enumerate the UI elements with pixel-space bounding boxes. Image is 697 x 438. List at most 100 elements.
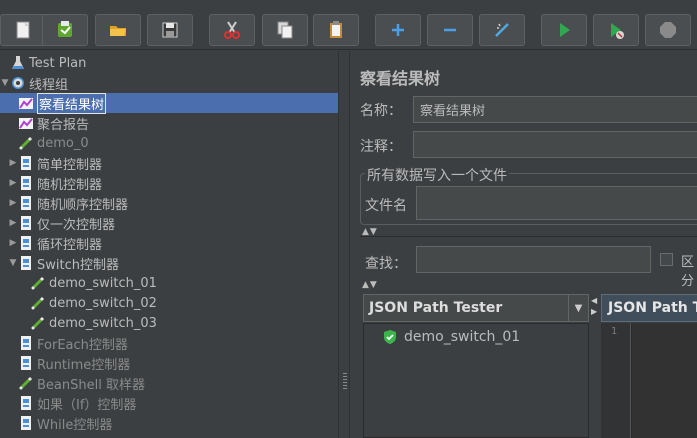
tree-node-label: demo_switch_03 xyxy=(49,315,157,331)
tree-node[interactable]: ▶ 仅一次控制器 xyxy=(8,213,115,233)
arrow-right-icon[interactable]: ▶ xyxy=(591,307,597,316)
minus-icon xyxy=(444,28,456,32)
tree-node-label: 随机控制器 xyxy=(37,177,103,193)
tree-node-label: 随机顺序控制器 xyxy=(37,197,129,213)
arrow-left-icon[interactable]: ◀ xyxy=(591,296,597,305)
results-splitter[interactable]: ◀ ▶ xyxy=(590,294,600,438)
toggle-button[interactable] xyxy=(479,14,525,46)
tree-node[interactable]: ForEach控制器 xyxy=(8,333,128,353)
search-label: 查找： xyxy=(365,256,407,272)
controller-icon xyxy=(18,215,34,231)
chevron-down-icon[interactable]: ▼ xyxy=(8,258,18,268)
tree-node[interactable]: 如果（If）控制器 xyxy=(8,393,136,413)
pipette-icon xyxy=(30,295,46,311)
splitter-grip[interactable] xyxy=(343,373,347,389)
filename-label: 文件名 xyxy=(365,198,407,214)
controller-icon xyxy=(18,355,34,371)
controller-icon xyxy=(18,335,34,351)
flask-icon xyxy=(10,55,26,71)
success-shield-icon xyxy=(384,330,396,344)
chevron-right-icon[interactable]: ▶ xyxy=(8,158,18,168)
tree-node[interactable]: ▶ 简单控制器 xyxy=(8,153,102,173)
tree-node-label: demo_0 xyxy=(37,135,89,151)
panel-title: 察看结果树 xyxy=(360,69,441,88)
tree-node[interactable]: Test Plan xyxy=(0,53,86,73)
tree-node[interactable]: While控制器 xyxy=(8,413,112,433)
stop-icon xyxy=(660,22,676,38)
tree-node[interactable]: ▶ 循环控制器 xyxy=(8,233,102,253)
pipette-icon xyxy=(18,135,34,151)
chevron-down-icon[interactable]: ▼ xyxy=(0,78,10,88)
tree-node-label: demo_switch_02 xyxy=(49,295,157,311)
result-item-label: demo_switch_01 xyxy=(404,329,521,345)
open-folder-icon xyxy=(110,26,126,36)
controller-icon xyxy=(18,255,34,271)
new-button[interactable] xyxy=(0,14,46,46)
tree-node[interactable]: demo_switch_03 xyxy=(20,313,157,333)
tree-node[interactable]: BeanShell 取样器 xyxy=(8,373,145,393)
chevron-down-icon[interactable]: ▼ xyxy=(568,295,588,321)
copy-icon xyxy=(277,21,293,39)
name-field[interactable]: 察看结果树 xyxy=(413,96,697,123)
result-item[interactable]: demo_switch_01 xyxy=(382,329,520,345)
expand-button[interactable] xyxy=(375,14,421,46)
comment-field[interactable] xyxy=(413,131,697,158)
open-button[interactable] xyxy=(95,14,141,46)
collapse-button[interactable] xyxy=(427,14,473,46)
listener-graph-icon xyxy=(18,95,34,111)
pipette-icon xyxy=(30,315,46,331)
tab-json-path-tester[interactable]: JSON Path Te xyxy=(601,294,697,322)
search-field[interactable] xyxy=(416,246,651,273)
chevron-right-icon[interactable]: ▶ xyxy=(8,238,18,248)
chevron-right-icon[interactable]: ▶ xyxy=(8,178,18,188)
chevron-right-icon[interactable]: ▶ xyxy=(8,218,18,228)
chevron-right-icon[interactable]: ▶ xyxy=(8,198,18,208)
json-response-editor[interactable]: 1 xyxy=(601,323,697,438)
cut-button[interactable] xyxy=(209,14,255,46)
tree-node[interactable]: ▶ 随机控制器 xyxy=(8,173,102,193)
tree-node[interactable]: 察看结果树 xyxy=(8,92,107,114)
tree-node-label: 聚合报告 xyxy=(37,117,90,133)
line-number: 1 xyxy=(611,326,618,337)
tree-node[interactable]: ▼ Switch控制器 xyxy=(8,253,119,273)
gear-icon xyxy=(10,75,26,91)
filename-field[interactable] xyxy=(416,186,697,220)
start-no-pauses-button[interactable] xyxy=(593,14,639,46)
plus-icon xyxy=(392,24,404,36)
tree-node-label: 循环控制器 xyxy=(37,237,103,253)
templates-button[interactable] xyxy=(42,14,88,46)
name-label: 名称： xyxy=(360,103,402,119)
pipette-icon xyxy=(18,375,34,391)
controller-icon xyxy=(18,395,34,411)
tree-node-label: BeanShell 取样器 xyxy=(37,377,145,393)
play-icon xyxy=(560,23,570,37)
tree-node[interactable]: demo_switch_02 xyxy=(20,293,157,313)
renderer-select[interactable]: JSON Path Tester ▼ xyxy=(363,294,589,322)
collapse-arrows-icon[interactable]: ▲▼ xyxy=(362,280,378,290)
tree-node[interactable]: Runtime控制器 xyxy=(8,353,130,373)
tree-node[interactable]: 聚合报告 xyxy=(8,113,89,133)
controller-icon xyxy=(18,195,34,211)
save-icon xyxy=(162,22,178,38)
copy-button[interactable] xyxy=(262,14,308,46)
case-sensitive-checkbox[interactable] xyxy=(660,253,673,266)
toolbar xyxy=(0,6,697,50)
start-button[interactable] xyxy=(541,14,587,46)
stop-button[interactable] xyxy=(645,14,691,46)
tree-node[interactable]: demo_switch_01 xyxy=(20,273,157,293)
tree-node[interactable]: ▼ 线程组 xyxy=(0,73,68,93)
controller-icon xyxy=(18,235,34,251)
tree-node[interactable]: ▶ 随机顺序控制器 xyxy=(8,193,128,213)
main-splitter[interactable] xyxy=(338,51,350,438)
tree-node[interactable]: demo_0 xyxy=(8,133,89,153)
renderer-select-value: JSON Path Tester xyxy=(369,300,503,316)
tree-node-label: 如果（If）控制器 xyxy=(37,397,137,413)
tree-node-label: demo_switch_01 xyxy=(49,275,157,291)
tree-node-label: ForEach控制器 xyxy=(37,337,128,353)
tester-tab-label: JSON Path Te xyxy=(608,300,697,316)
paste-button[interactable] xyxy=(313,14,359,46)
view-results-tree-panel: 察看结果树 名称： 察看结果树 注释： 所有数据写入一个文件 文件名 ▲▼ 查找… xyxy=(350,51,697,438)
wand-icon xyxy=(495,23,509,37)
tree-node-label: Runtime控制器 xyxy=(37,357,131,373)
save-button[interactable] xyxy=(147,14,193,46)
